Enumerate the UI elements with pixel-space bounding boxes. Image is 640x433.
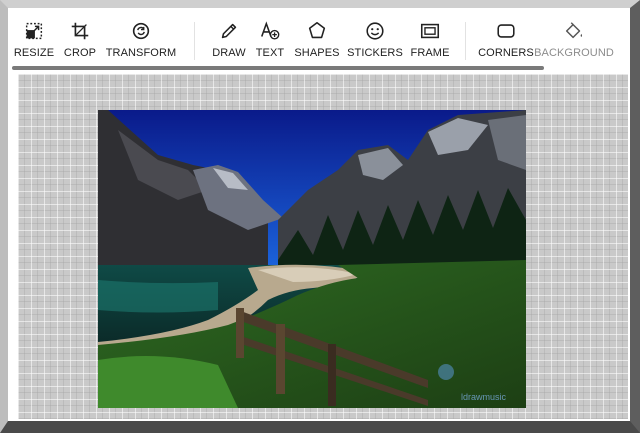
stickers-label: STICKERS [347, 47, 403, 59]
pencil-icon [221, 23, 237, 39]
transform-icon [132, 22, 150, 40]
shapes-tool-button[interactable]: SHAPES [289, 8, 345, 68]
photo-watermark: ldrawmusic [460, 392, 506, 402]
text-tool-button[interactable]: TEXT [251, 8, 289, 68]
text-label: TEXT [255, 47, 285, 59]
crop-tool-button[interactable]: CROP [60, 8, 100, 68]
background-tool-button[interactable]: BACKGROUND [534, 8, 614, 68]
transform-tool-button[interactable]: TRANSFORM [100, 8, 182, 68]
corners-icon [497, 24, 515, 38]
draw-label: DRAW [212, 47, 246, 59]
text-add-icon [261, 21, 280, 40]
background-label: BACKGROUND [534, 47, 614, 59]
toolbar-separator-2 [465, 22, 466, 60]
editor-toolbar: RESIZE CROP TRANSFORM DRAW TEXT SHAPES S… [8, 8, 630, 68]
toolbar-separator [194, 22, 195, 60]
frame-tool-button[interactable]: FRAME [405, 8, 455, 68]
smiley-icon [366, 22, 384, 40]
stickers-tool-button[interactable]: STICKERS [345, 8, 405, 68]
frame-label: FRAME [410, 47, 450, 59]
corners-tool-button[interactable]: CORNERS [476, 8, 536, 68]
toolbar-scrollbar[interactable] [12, 66, 544, 70]
paint-bucket-icon [565, 22, 583, 39]
frame-icon [420, 23, 440, 39]
resize-tool-button[interactable]: RESIZE [8, 8, 60, 68]
resize-icon [25, 22, 43, 40]
crop-label: CROP [63, 47, 97, 59]
transform-label: TRANSFORM [105, 47, 177, 59]
crop-icon [71, 22, 89, 40]
corners-label: CORNERS [478, 47, 534, 59]
draw-tool-button[interactable]: DRAW [207, 8, 251, 68]
edited-photo[interactable]: ldrawmusic [98, 110, 526, 408]
resize-label: RESIZE [13, 47, 55, 59]
shapes-label: SHAPES [294, 47, 340, 59]
shapes-icon [308, 21, 326, 39]
landscape-photo [98, 110, 526, 408]
